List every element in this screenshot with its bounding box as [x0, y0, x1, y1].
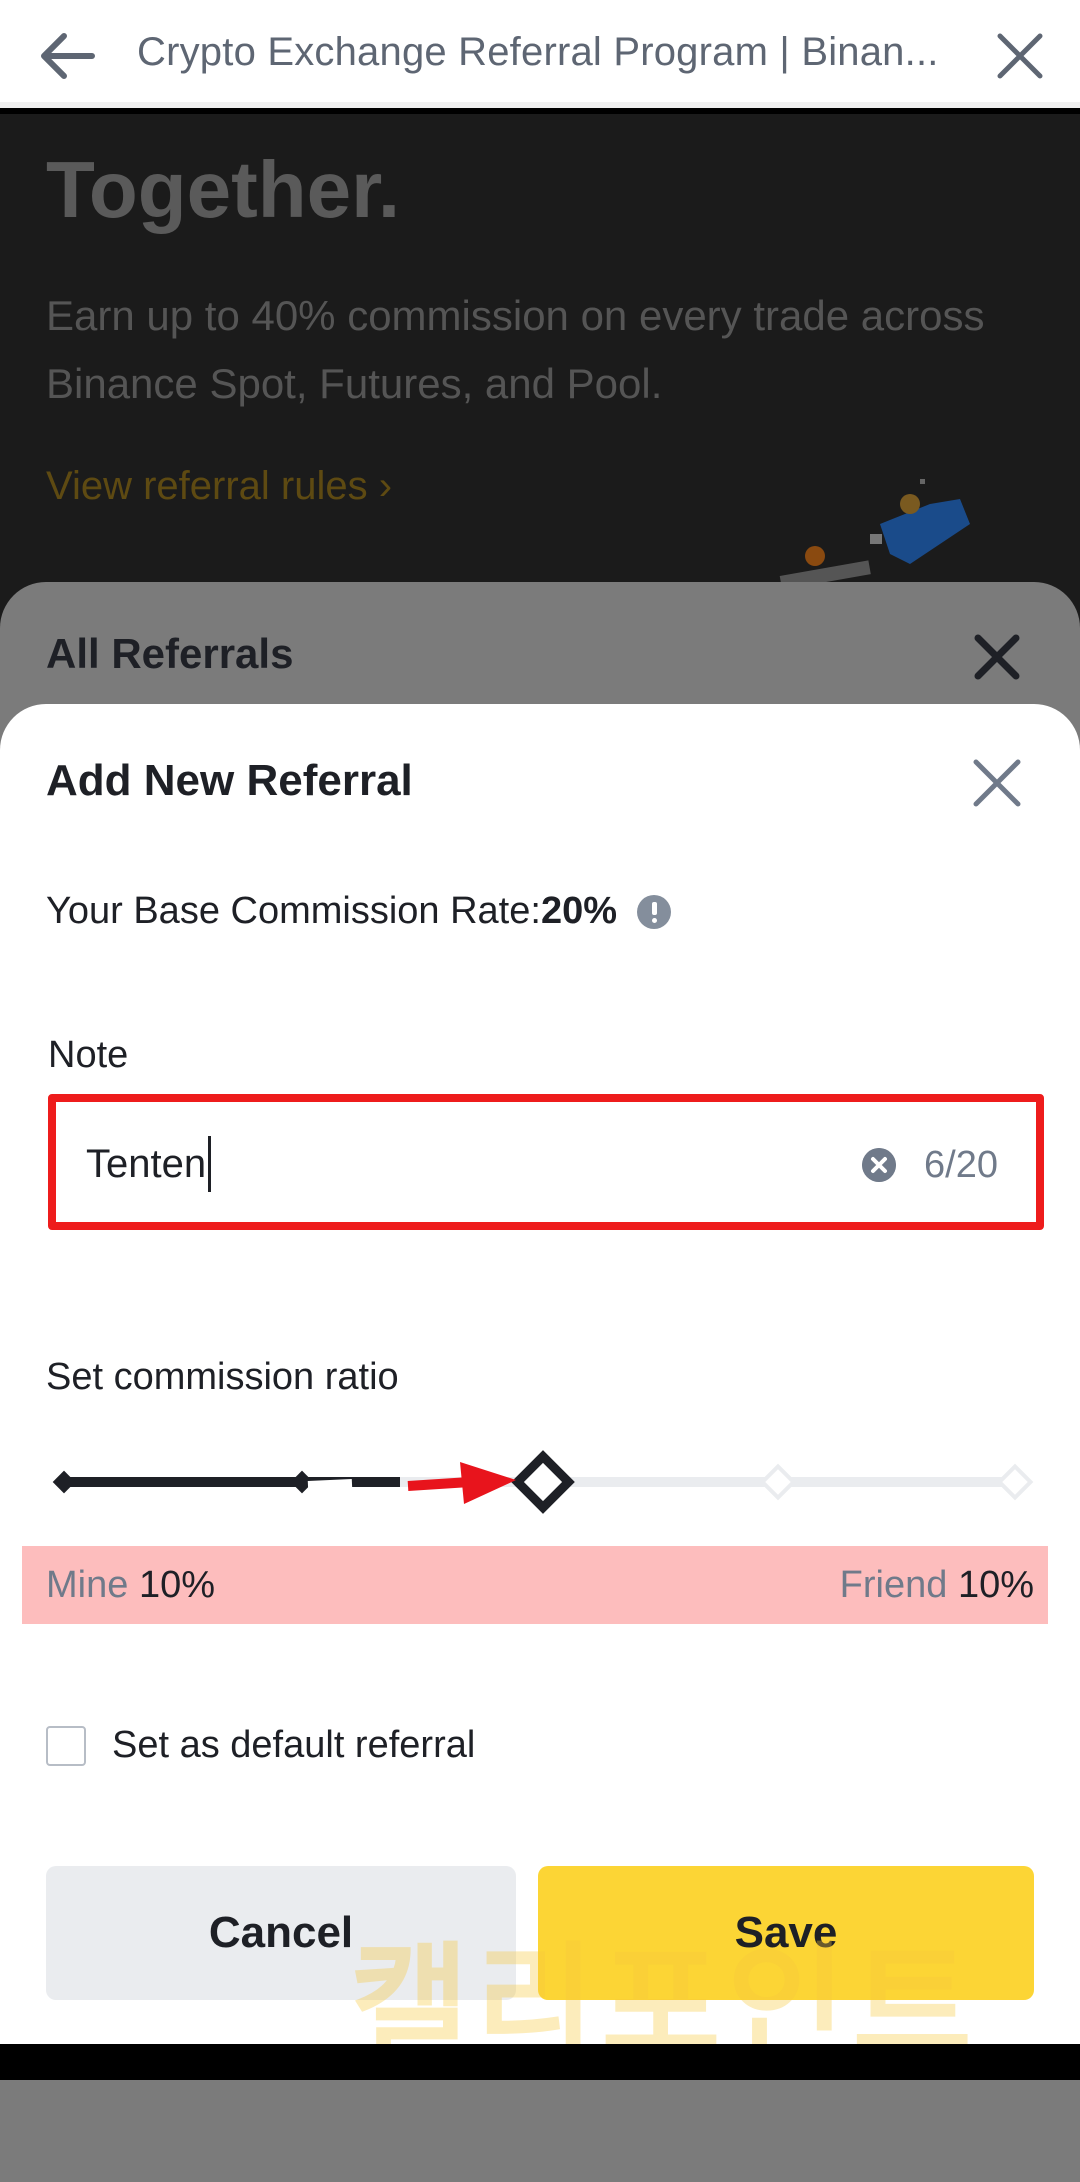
character-counter: 6/20 [924, 1144, 998, 1186]
default-referral-option[interactable]: Set as default referral [46, 1724, 475, 1767]
add-referral-sheet: Add New Referral Your Base Commission Ra… [0, 704, 1080, 2044]
default-referral-label: Set as default referral [112, 1724, 476, 1766]
base-commission-rate: Your Base Commission Rate: 20% [46, 890, 671, 933]
referral-rules-link[interactable]: View referral rules › [46, 464, 392, 509]
close-icon[interactable] [972, 632, 1022, 682]
back-arrow-icon[interactable] [38, 28, 98, 84]
commission-ratio-slider[interactable] [40, 1442, 1040, 1522]
slider-step-4[interactable] [996, 1463, 1034, 1501]
sheet-title: Add New Referral [46, 756, 413, 805]
navigation-bar [0, 2044, 1080, 2080]
mine-share: Mine 10% [46, 1564, 215, 1607]
friend-label: Friend [839, 1564, 948, 1606]
default-referral-checkbox[interactable] [46, 1725, 86, 1766]
friend-value: 10% [957, 1564, 1034, 1606]
close-icon[interactable] [994, 30, 1046, 82]
clear-input-icon[interactable] [862, 1148, 896, 1182]
hero-headline: Together. [46, 145, 401, 234]
slider-handle[interactable] [511, 1450, 575, 1514]
close-icon[interactable] [970, 756, 1024, 810]
save-button[interactable]: Save [538, 1866, 1034, 2000]
mine-label: Mine [46, 1564, 129, 1606]
red-arrow-annotation [307, 1462, 516, 1504]
slider-step-3[interactable] [759, 1463, 797, 1501]
base-rate-label: Your Base Commission Rate: [46, 890, 541, 932]
slider-step-0[interactable] [52, 1470, 76, 1494]
info-icon[interactable] [637, 894, 671, 929]
base-rate-value: 20% [540, 890, 617, 932]
page-title: Crypto Exchange Referral Program | Binan… [137, 30, 939, 74]
text-cursor [208, 1136, 211, 1192]
commission-ratio-label: Set commission ratio [46, 1356, 399, 1398]
note-field[interactable]: 6/20 [48, 1094, 1044, 1230]
hero-description: Earn up to 40% commission on every trade… [46, 292, 985, 407]
cancel-button[interactable]: Cancel [46, 1866, 516, 2000]
friend-share: Friend 10% [840, 1564, 1034, 1607]
referral-program-page: Together. Earn up to 40% commission on e… [0, 114, 1080, 634]
browser-top-bar: Crypto Exchange Referral Program | Binan… [0, 0, 1080, 108]
mine-value: 10% [138, 1564, 215, 1606]
note-label: Note [48, 1034, 129, 1076]
all-referrals-title: All Referrals [46, 630, 294, 677]
commission-split-row: Mine 10% Friend 10% [22, 1546, 1048, 1624]
note-input[interactable] [86, 1136, 846, 1192]
